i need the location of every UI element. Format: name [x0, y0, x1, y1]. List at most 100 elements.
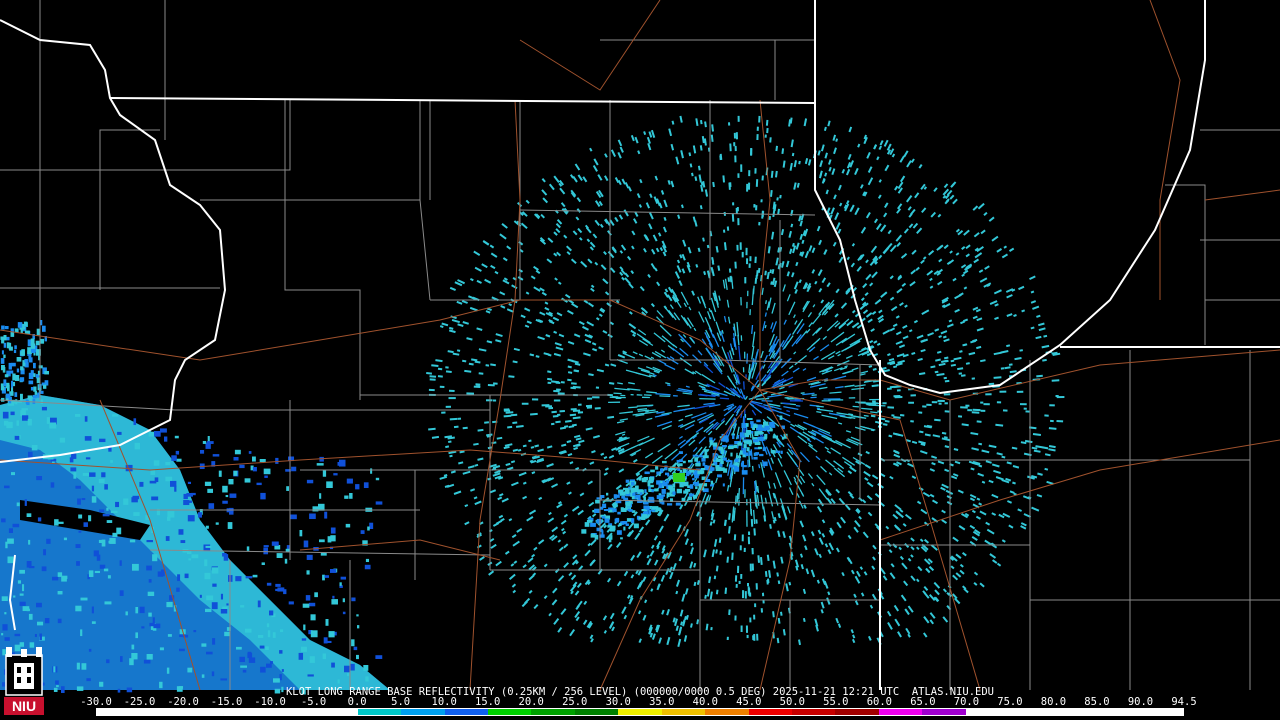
- echo-speck: [776, 572, 779, 577]
- echo-speck: [0, 358, 5, 364]
- echo-speck: [648, 509, 652, 515]
- echo-speck: [199, 594, 202, 598]
- echo-speck: [437, 375, 443, 378]
- niu-logo: NIU: [4, 647, 44, 715]
- echo-speck: [872, 379, 880, 383]
- scale-swatch: [618, 709, 662, 715]
- echo-speck: [205, 545, 212, 548]
- echo-speck: [851, 243, 856, 247]
- echo-speck: [650, 484, 654, 488]
- echo-speck: [651, 489, 654, 493]
- echo-speck: [349, 493, 353, 499]
- echo-speck: [777, 513, 781, 519]
- echo-speck: [740, 462, 744, 467]
- echo-speck: [157, 571, 164, 577]
- echo-speck: [151, 496, 159, 501]
- echo-speck: [485, 364, 490, 367]
- echo-speck: [765, 119, 769, 126]
- echo-speck: [699, 397, 716, 400]
- echo-speck: [1, 518, 6, 523]
- echo-speck: [1019, 349, 1023, 352]
- echo-speck: [835, 138, 839, 142]
- echo-speck: [165, 536, 170, 541]
- echo-speck: [754, 452, 758, 456]
- echo-speck: [70, 467, 77, 472]
- echo-speck: [567, 378, 572, 382]
- echo-speck: [21, 349, 25, 356]
- echo-speck: [473, 496, 478, 500]
- echo-speck: [301, 646, 307, 652]
- echo-speck: [20, 366, 24, 371]
- echo-speck: [94, 570, 100, 574]
- echo-speck: [758, 446, 762, 450]
- echo-speck: [746, 353, 749, 364]
- echo-speck: [239, 464, 245, 469]
- echo-speck: [347, 673, 350, 677]
- echo-speck: [963, 286, 968, 290]
- echo-speck: [20, 377, 25, 382]
- echo-speck: [882, 423, 888, 426]
- echo-speck: [134, 442, 141, 450]
- echo-speck: [950, 363, 956, 367]
- echo-speck: [1021, 309, 1026, 313]
- echo-speck: [252, 456, 256, 462]
- echo-speck: [798, 279, 802, 284]
- echo-speck: [686, 471, 690, 477]
- echo-speck: [26, 513, 32, 518]
- echo-speck: [711, 261, 715, 265]
- echo-speck: [285, 548, 290, 552]
- echo-speck: [689, 469, 695, 473]
- echo-speck: [953, 448, 959, 451]
- echo-speck: [468, 362, 474, 366]
- echo-speck: [153, 623, 161, 629]
- echo-speck: [775, 170, 778, 178]
- echo-speck: [632, 333, 636, 338]
- echo-speck: [445, 445, 450, 449]
- echo-speck: [112, 414, 119, 417]
- echo-speck: [319, 539, 325, 543]
- echo-speck: [477, 457, 484, 461]
- echo-speck: [306, 554, 313, 560]
- echo-speck: [682, 460, 686, 464]
- echo-speck: [934, 418, 941, 422]
- scale-tick: 55.0: [823, 696, 849, 708]
- echo-speck: [796, 182, 800, 188]
- echo-speck: [4, 637, 10, 641]
- echo-speck: [512, 448, 519, 452]
- echo-speck: [876, 342, 881, 346]
- echo-speck: [709, 440, 713, 445]
- echo-speck: [24, 499, 27, 506]
- echo-speck: [263, 545, 269, 548]
- echo-speck: [603, 509, 610, 512]
- echo-speck: [607, 525, 612, 528]
- echo-speck: [375, 501, 383, 505]
- echo-speck: [822, 178, 826, 183]
- echo-speck: [971, 411, 980, 414]
- echo-speck: [714, 461, 718, 466]
- echo-speck: [799, 553, 804, 558]
- echo-speck: [938, 335, 942, 339]
- echo-speck: [426, 372, 433, 375]
- echo-speck: [242, 669, 247, 673]
- echo-speck: [11, 380, 14, 388]
- scale-tick: 80.0: [1040, 696, 1067, 708]
- echo-speck: [256, 482, 262, 486]
- echo-speck: [510, 413, 518, 417]
- echo-speck: [948, 319, 953, 323]
- echo-speck: [839, 202, 843, 207]
- echo-speck: [320, 552, 327, 556]
- echo-speck: [204, 481, 212, 486]
- echo-speck: [80, 597, 88, 601]
- echo-speck: [936, 350, 942, 354]
- echo-speck: [184, 573, 189, 579]
- echo-speck: [331, 599, 338, 605]
- echo-speck: [724, 587, 728, 594]
- echo-speck: [61, 576, 67, 582]
- echo-speck: [743, 381, 745, 390]
- echo-speck: [737, 435, 740, 439]
- echo-speck: [850, 629, 854, 634]
- echo-speck: [827, 591, 831, 596]
- echo-speck: [961, 273, 965, 277]
- echo-speck: [306, 479, 314, 484]
- echo-speck: [790, 223, 794, 228]
